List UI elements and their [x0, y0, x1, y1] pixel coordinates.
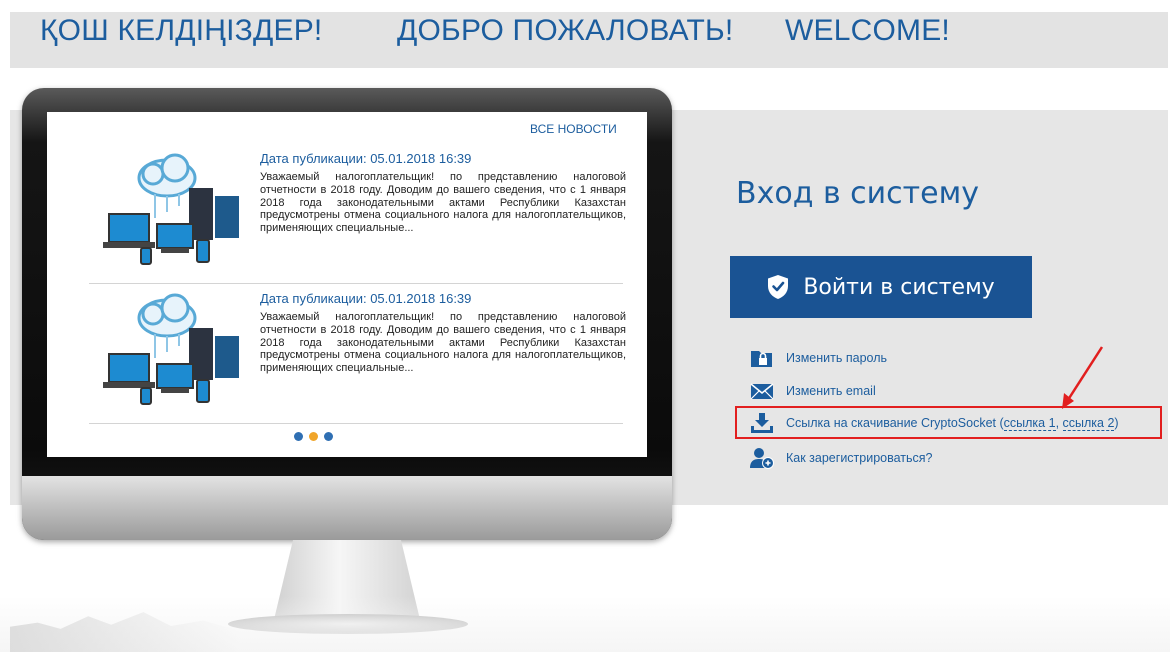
welcome-ru: ДОБРО ПОЖАЛОВАТЬ!: [397, 14, 734, 47]
news-date[interactable]: Дата публикации: 05.01.2018 16:39: [260, 291, 471, 306]
cloud-network-icon: [103, 293, 239, 405]
shield-check-icon: [768, 275, 789, 299]
red-arrow-annotation: [1062, 346, 1104, 409]
news-text: Уважаемый налогоплательщик! по представл…: [260, 311, 626, 375]
login-title: Вход в систему: [736, 176, 979, 211]
envelope-icon: [750, 383, 774, 400]
change-password-row: Изменить пароль: [750, 346, 887, 370]
change-email-link[interactable]: Изменить email: [786, 384, 876, 398]
user-add-icon: [750, 448, 774, 469]
how-to-register-link[interactable]: Как зарегистрироваться?: [786, 451, 933, 465]
welcome-en: WELCOME!: [785, 14, 950, 47]
folder-lock-icon: [751, 351, 772, 367]
all-news-link[interactable]: ВСЕ НОВОСТИ: [530, 122, 617, 136]
change-email-row: Изменить email: [750, 379, 876, 403]
news-item[interactable]: Дата публикации: 05.01.2018 16:39 Уважае…: [89, 284, 626, 424]
monitor-chin: [22, 476, 672, 540]
news-text: Уважаемый налогоплательщик! по представл…: [260, 171, 626, 235]
news-item[interactable]: Дата публикации: 05.01.2018 16:39 Уважае…: [89, 144, 626, 284]
carousel-dot[interactable]: [324, 432, 333, 441]
login-button[interactable]: Войти в систему: [730, 256, 1032, 318]
welcome-kz: ҚОШ КЕЛДІҢІЗДЕР!: [40, 14, 323, 47]
carousel-dots: [294, 432, 333, 441]
carousel-dot[interactable]: [294, 432, 303, 441]
how-to-register-row: Как зарегистрироваться?: [750, 446, 933, 470]
news-screen: ВСЕ НОВОСТИ Дата публикации: 05.01.2018 …: [47, 112, 647, 457]
news-date[interactable]: Дата публикации: 05.01.2018 16:39: [260, 151, 471, 166]
login-button-label: Войти в систему: [803, 274, 995, 300]
carousel-dot-active[interactable]: [309, 432, 318, 441]
cloud-network-icon: [103, 153, 239, 265]
change-password-link[interactable]: Изменить пароль: [786, 351, 887, 365]
